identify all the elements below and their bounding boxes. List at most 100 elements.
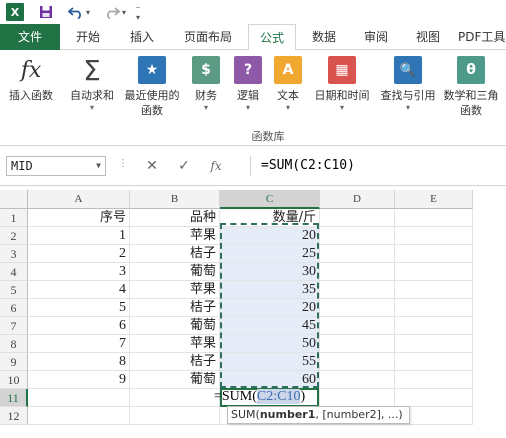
tab-page-layout[interactable]: 页面布局 bbox=[172, 24, 244, 50]
logical-button[interactable]: ? 逻辑 ▾ bbox=[230, 54, 266, 113]
cell-b3[interactable]: 桔子 bbox=[130, 245, 220, 263]
insert-function-icon[interactable]: fx bbox=[200, 156, 232, 176]
cell-c3[interactable]: 25 bbox=[220, 245, 320, 263]
recently-used-button[interactable]: ★ 最近使用的函数 bbox=[120, 54, 184, 118]
cell-b6[interactable]: 桔子 bbox=[130, 299, 220, 317]
tab-formulas[interactable]: 公式 bbox=[248, 24, 296, 51]
cell-d9[interactable] bbox=[320, 353, 395, 371]
cell-a8[interactable]: 7 bbox=[28, 335, 130, 353]
cell-e4[interactable] bbox=[395, 263, 473, 281]
cell-e7[interactable] bbox=[395, 317, 473, 335]
cell-c8[interactable]: 50 bbox=[220, 335, 320, 353]
cell-a7[interactable]: 6 bbox=[28, 317, 130, 335]
cell-e5[interactable] bbox=[395, 281, 473, 299]
customize-quick-access-icon[interactable]: ⎯ ▾ bbox=[136, 3, 140, 22]
cell-a6[interactable]: 5 bbox=[28, 299, 130, 317]
cell-e3[interactable] bbox=[395, 245, 473, 263]
name-box[interactable]: MID ▼ bbox=[6, 156, 106, 176]
cell-d8[interactable] bbox=[320, 335, 395, 353]
cell-c4[interactable]: 30 bbox=[220, 263, 320, 281]
cell-c10[interactable]: 60 bbox=[220, 371, 320, 389]
enter-button[interactable]: ✓ bbox=[168, 156, 200, 176]
cell-c7[interactable]: 45 bbox=[220, 317, 320, 335]
cell-b4[interactable]: 葡萄 bbox=[130, 263, 220, 281]
cell-e11[interactable] bbox=[395, 389, 473, 407]
cell-d4[interactable] bbox=[320, 263, 395, 281]
row-header-7[interactable]: 7 bbox=[0, 317, 28, 335]
cell-b9[interactable]: 桔子 bbox=[130, 353, 220, 371]
cell-a9[interactable]: 8 bbox=[28, 353, 130, 371]
column-header-a[interactable]: A bbox=[28, 190, 130, 209]
cell-d5[interactable] bbox=[320, 281, 395, 299]
column-header-e[interactable]: E bbox=[395, 190, 473, 209]
chevron-down-icon[interactable]: ▼ bbox=[96, 157, 101, 175]
cell-e1[interactable] bbox=[395, 209, 473, 227]
cell-b2[interactable]: 苹果 bbox=[130, 227, 220, 245]
cell-c2[interactable]: 20 bbox=[220, 227, 320, 245]
cell-b10[interactable]: 葡萄 bbox=[130, 371, 220, 389]
insert-function-button[interactable]: fx 插入函数 bbox=[2, 54, 60, 103]
cell-edit-text[interactable]: =SUM(C2:C10) bbox=[214, 388, 305, 407]
cell-d11[interactable] bbox=[320, 389, 395, 407]
cell-a2[interactable]: 1 bbox=[28, 227, 130, 245]
cell-c1[interactable]: 数量/斤 bbox=[220, 209, 320, 227]
math-trig-button[interactable]: θ 数学和三角函数 bbox=[440, 54, 502, 118]
lookup-reference-button[interactable]: 🔍 查找与引用 ▾ bbox=[376, 54, 440, 113]
cell-d10[interactable] bbox=[320, 371, 395, 389]
row-header-12[interactable]: 12 bbox=[0, 407, 28, 425]
column-header-d[interactable]: D bbox=[320, 190, 395, 209]
cell-a1[interactable]: 序号 bbox=[28, 209, 130, 227]
formula-input[interactable]: =SUM(C2:C10) bbox=[250, 156, 506, 176]
cell-c9[interactable]: 55 bbox=[220, 353, 320, 371]
tab-data[interactable]: 数据 bbox=[300, 24, 348, 50]
select-all-corner[interactable] bbox=[0, 190, 28, 209]
cell-a5[interactable]: 4 bbox=[28, 281, 130, 299]
cancel-button[interactable]: ✕ bbox=[136, 156, 168, 176]
row-header-4[interactable]: 4 bbox=[0, 263, 28, 281]
cell-d3[interactable] bbox=[320, 245, 395, 263]
row-header-5[interactable]: 5 bbox=[0, 281, 28, 299]
cell-e8[interactable] bbox=[395, 335, 473, 353]
row-header-3[interactable]: 3 bbox=[0, 245, 28, 263]
function-tooltip[interactable]: SUM(number1, [number2], ...) bbox=[227, 406, 410, 424]
cell-a10[interactable]: 9 bbox=[28, 371, 130, 389]
column-header-c[interactable]: C bbox=[220, 190, 320, 209]
cell-c5[interactable]: 35 bbox=[220, 281, 320, 299]
tab-review[interactable]: 审阅 bbox=[352, 24, 400, 50]
cell-e10[interactable] bbox=[395, 371, 473, 389]
cell-e6[interactable] bbox=[395, 299, 473, 317]
row-header-2[interactable]: 2 bbox=[0, 227, 28, 245]
cell-b5[interactable]: 苹果 bbox=[130, 281, 220, 299]
cell-d7[interactable] bbox=[320, 317, 395, 335]
row-header-6[interactable]: 6 bbox=[0, 299, 28, 317]
cell-b8[interactable]: 苹果 bbox=[130, 335, 220, 353]
row-header-9[interactable]: 9 bbox=[0, 353, 28, 371]
cell-c6[interactable]: 20 bbox=[220, 299, 320, 317]
date-time-button[interactable]: ▦ 日期和时间 ▾ bbox=[310, 54, 374, 113]
text-button[interactable]: A 文本 ▾ bbox=[270, 54, 306, 113]
row-header-1[interactable]: 1 bbox=[0, 209, 28, 227]
cell-b12[interactable] bbox=[130, 407, 220, 425]
cell-b1[interactable]: 品种 bbox=[130, 209, 220, 227]
tab-file[interactable]: 文件 bbox=[0, 24, 60, 50]
tab-insert[interactable]: 插入 bbox=[118, 24, 166, 50]
resize-handle-icon[interactable]: ⋮ bbox=[118, 158, 128, 169]
cell-a3[interactable]: 2 bbox=[28, 245, 130, 263]
tab-pdf-tools[interactable]: PDF工具 bbox=[458, 24, 506, 50]
cell-a4[interactable]: 3 bbox=[28, 263, 130, 281]
column-header-b[interactable]: B bbox=[130, 190, 220, 209]
cell-b7[interactable]: 葡萄 bbox=[130, 317, 220, 335]
autosum-button[interactable]: Σ 自动求和 ▾ bbox=[64, 54, 120, 113]
cell-d1[interactable] bbox=[320, 209, 395, 227]
cell-a11[interactable] bbox=[28, 389, 130, 407]
tab-view[interactable]: 视图 bbox=[404, 24, 452, 50]
cell-e9[interactable] bbox=[395, 353, 473, 371]
save-icon[interactable] bbox=[38, 4, 54, 20]
cell-b11[interactable] bbox=[130, 389, 220, 407]
cell-a12[interactable] bbox=[28, 407, 130, 425]
row-header-11[interactable]: 11 bbox=[0, 389, 28, 407]
tab-home[interactable]: 开始 bbox=[64, 24, 112, 50]
row-header-8[interactable]: 8 bbox=[0, 335, 28, 353]
financial-button[interactable]: $ 财务 ▾ bbox=[186, 54, 226, 113]
cell-d6[interactable] bbox=[320, 299, 395, 317]
